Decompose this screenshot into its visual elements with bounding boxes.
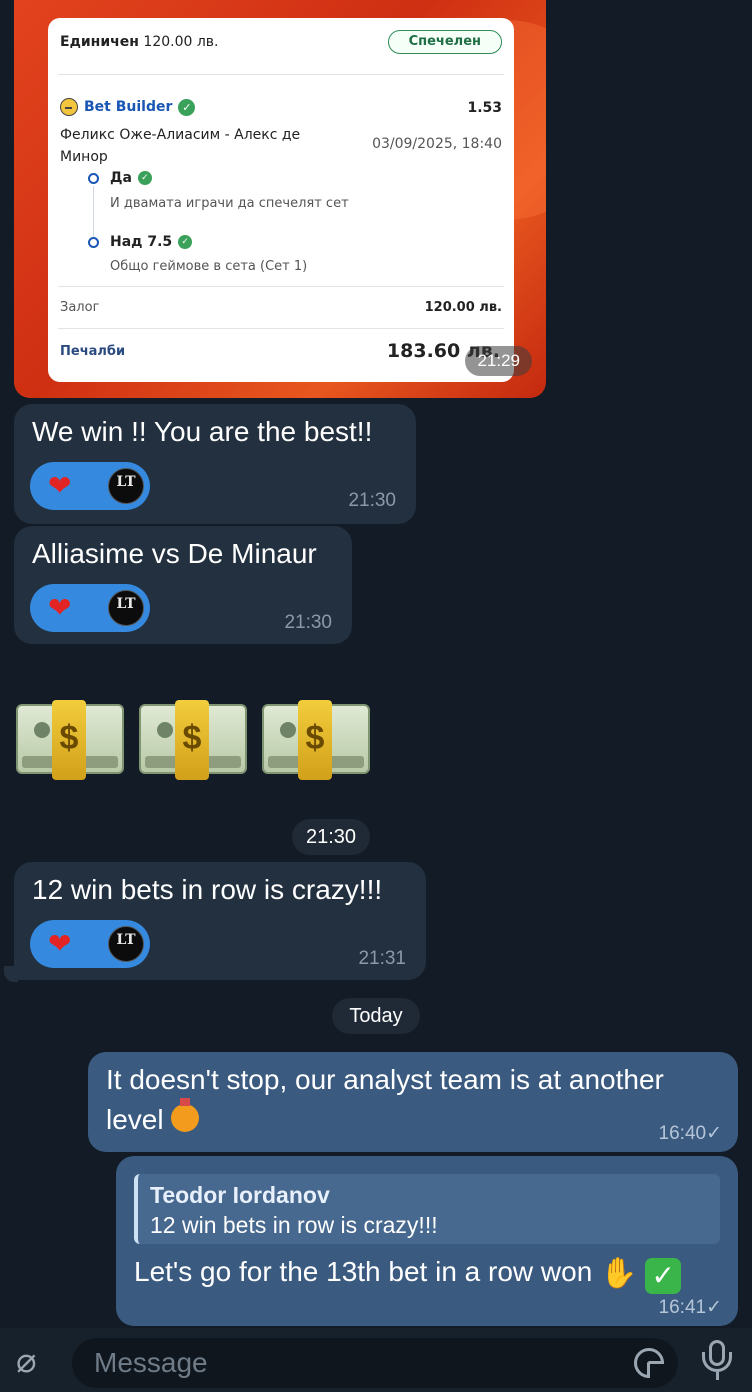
check-icon: ✓ — [178, 235, 193, 249]
date-separator: Today — [332, 998, 420, 1034]
reactor-initials: LT — [116, 932, 136, 948]
handshake-icon: ✋ — [600, 1257, 638, 1290]
reaction-chip[interactable]: ❤ LT — [30, 920, 150, 968]
emoji-message-time: 21:30 — [292, 819, 370, 855]
incoming-message[interactable]: Alliasime vs De Minaur ❤ LT 21:30 — [14, 526, 352, 644]
heart-icon: ❤ — [48, 592, 72, 623]
reaction-chip[interactable]: ❤ LT — [30, 584, 150, 632]
reactor-avatar: LT — [108, 926, 144, 962]
message-text: We win !! You are the best!! — [32, 416, 373, 447]
leg-2-title: Над 7.5 ✓ — [110, 234, 193, 250]
sticker-icon[interactable] — [634, 1348, 664, 1378]
bet-slip-card: Единичен 120.00 лв. Спечелен Bet Builder… — [48, 18, 514, 382]
outgoing-message[interactable]: It doesn't stop, our analyst team is at … — [88, 1052, 738, 1152]
check-icon: ✓ — [137, 171, 152, 185]
divider — [58, 328, 504, 329]
leg-1-subtitle: И двамата играчи да спечелят сет — [110, 196, 349, 211]
bet-type-label: Единичен — [60, 34, 139, 50]
reactor-avatar: LT — [108, 590, 144, 626]
incoming-message[interactable]: 12 win bets in row is crazy!!! ❤ LT 21:3… — [14, 862, 426, 980]
check-mark-button-icon: ✓ — [645, 1258, 682, 1294]
message-field[interactable] — [72, 1338, 678, 1388]
reactor-avatar: LT — [108, 468, 144, 504]
money-bag-bill-icon: $ — [139, 700, 249, 780]
money-bag-bill-icon: $ — [262, 700, 372, 780]
photo-timestamp: 21:29 — [465, 346, 532, 376]
leg-dot-icon — [88, 237, 99, 248]
microphone-icon[interactable] — [700, 1340, 734, 1384]
message-text-line2-wrap: level — [106, 1098, 200, 1136]
message-time: 16:40✓ — [659, 1122, 722, 1145]
message-text-line1: It doesn't stop, our analyst team is at … — [106, 1064, 664, 1095]
bet-slip-photo[interactable]: Единичен 120.00 лв. Спечелен Bet Builder… — [14, 0, 546, 398]
bubble-tail — [4, 966, 18, 982]
check-icon: ✓ — [178, 98, 196, 116]
reply-text: 12 win bets in row is crazy!!! — [150, 1212, 438, 1238]
outgoing-reply-message[interactable]: Teodor Iordanov 12 win bets in row is cr… — [116, 1156, 738, 1326]
leg-2-title-text: Над 7.5 — [110, 234, 173, 250]
divider — [58, 74, 504, 75]
bet-type: Единичен 120.00 лв. — [60, 34, 219, 50]
match-datetime: 03/09/2025, 18:40 — [372, 136, 502, 152]
message-time: 21:30 — [284, 612, 332, 633]
message-text: Alliasime vs De Minaur — [32, 538, 317, 569]
message-text-wrap: Let's go for the 13th bet in a row won ✋… — [134, 1256, 682, 1294]
message-time-text: 16:41 — [658, 1297, 707, 1318]
reaction-chip[interactable]: ❤ LT — [30, 462, 150, 510]
reply-author: Teodor Iordanov — [150, 1182, 330, 1208]
stake-value: 120.00 лв. — [424, 300, 502, 315]
medal-icon — [171, 1098, 200, 1132]
message-text: 12 win bets in row is crazy!!! — [32, 874, 383, 905]
read-check-icon: ✓ — [706, 1123, 722, 1144]
stake-label: Залог — [60, 300, 100, 315]
money-bag-bill-icon: $ — [16, 700, 126, 780]
message-time: 21:30 — [348, 490, 396, 511]
bet-builder-row: Bet Builder ✓ — [60, 98, 196, 116]
message-time: 16:41✓ — [659, 1296, 722, 1319]
reactor-initials: LT — [116, 474, 136, 490]
incoming-message[interactable]: We win !! You are the best!! ❤ LT 21:30 — [14, 404, 416, 524]
odds-value: 1.53 — [467, 100, 502, 116]
leg-1-title-text: Да — [110, 170, 132, 186]
divider — [58, 286, 504, 287]
message-composer: ⌀ — [0, 1328, 752, 1392]
message-time-text: 16:40 — [658, 1123, 707, 1144]
leg-1-title: Да ✓ — [110, 170, 152, 186]
bet-builder-label: Bet Builder — [84, 99, 173, 115]
quoted-reply[interactable]: Teodor Iordanov 12 win bets in row is cr… — [134, 1174, 720, 1244]
leg-dot-icon — [88, 173, 99, 184]
message-text-line2: level — [106, 1104, 164, 1135]
attach-paperclip-icon[interactable]: ⌀ — [16, 1344, 36, 1378]
won-status-badge: Спечелен — [387, 30, 502, 54]
heart-icon: ❤ — [48, 470, 72, 501]
read-check-icon: ✓ — [706, 1297, 722, 1318]
winnings-label: Печалби — [60, 344, 126, 359]
heart-icon: ❤ — [48, 928, 72, 959]
message-time: 21:31 — [358, 948, 406, 969]
message-input[interactable] — [94, 1346, 614, 1380]
reactor-initials: LT — [116, 596, 136, 612]
builder-face-icon — [60, 98, 78, 116]
match-name: Феликс Оже-Алиасим - Алекс де Минор — [60, 127, 301, 165]
leg-2-subtitle: Общо геймове в сета (Сет 1) — [110, 259, 308, 274]
message-text: Let's go for the 13th bet in a row won — [134, 1256, 593, 1287]
bet-amount: 120.00 лв. — [143, 34, 219, 50]
